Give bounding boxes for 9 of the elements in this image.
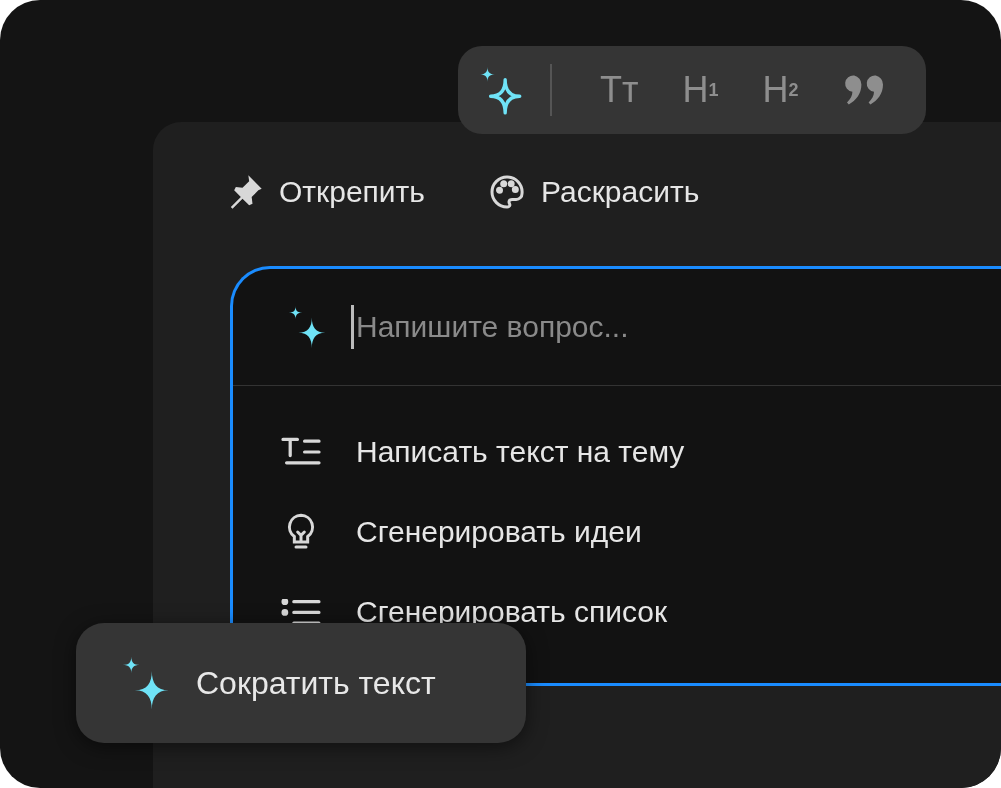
chip-label: Сократить текст — [196, 664, 436, 702]
suggestion-item[interactable]: Написать текст на тему — [356, 435, 685, 469]
panel-action[interactable]: Открепить — [225, 172, 425, 212]
suggestion-item[interactable]: Сгенерировать идеи — [356, 515, 642, 549]
suggestion-tooltip[interactable]: Сократить текст — [76, 623, 526, 743]
panel-action[interactable]: Раскрасить — [486, 172, 700, 212]
list-icon — [281, 599, 321, 625]
format-button[interactable]: Tт — [578, 69, 661, 111]
question-field[interactable]: Напишите вопрос... — [356, 310, 856, 344]
